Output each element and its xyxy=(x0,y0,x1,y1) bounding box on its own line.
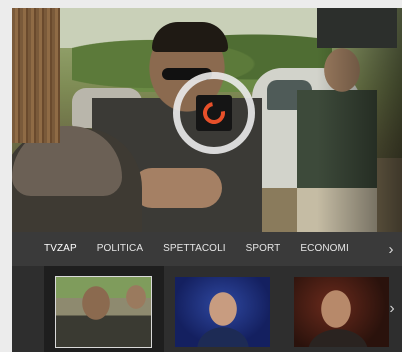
thumbnails-next-button[interactable]: › xyxy=(382,266,402,352)
thumbnail-strip: › xyxy=(12,266,402,352)
chevron-right-icon: › xyxy=(388,240,394,258)
video-frame-hands xyxy=(132,168,222,208)
video-frame-hair xyxy=(152,22,228,52)
chevron-right-icon: › xyxy=(389,300,395,317)
tab-politica[interactable]: POLITICA xyxy=(87,232,153,266)
video-thumbnail[interactable] xyxy=(175,277,270,347)
tab-spettacoli[interactable]: SPETTACOLI xyxy=(153,232,236,266)
video-widget: TVZAP POLITICA SPETTACOLI SPORT ECONOMI … xyxy=(12,8,402,352)
tab-economia[interactable]: ECONOMI xyxy=(290,232,354,266)
tab-sport[interactable]: SPORT xyxy=(236,232,291,266)
video-frame-tree-trunk xyxy=(12,8,60,143)
category-tabs: TVZAP POLITICA SPETTACOLI SPORT ECONOMI … xyxy=(12,232,402,266)
tabs-next-button[interactable]: › xyxy=(380,232,402,266)
tab-tvzap[interactable]: TVZAP xyxy=(12,232,87,266)
spinner-arc-icon xyxy=(198,97,230,129)
video-thumbnail[interactable] xyxy=(55,276,152,348)
video-thumbnail[interactable] xyxy=(294,277,389,347)
video-player[interactable] xyxy=(12,8,402,232)
video-frame-panel xyxy=(317,8,397,48)
loading-spinner-icon xyxy=(196,95,232,131)
